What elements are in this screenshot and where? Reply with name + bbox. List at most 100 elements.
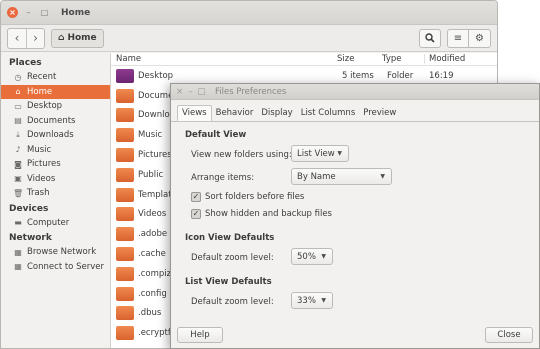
clock-icon: ◷ [14, 72, 22, 82]
sidebar-item-label: Pictures [27, 159, 61, 170]
folder-icon [116, 306, 134, 321]
folder-icon [116, 108, 134, 123]
music-icon: ♪ [15, 145, 21, 155]
icon-view-defaults-heading: Icon View Defaults [185, 233, 275, 243]
sidebar-item-downloads[interactable]: ⤓ Downloads [1, 128, 110, 143]
sidebar-item-label: Music [27, 144, 52, 155]
desktop-icon: ▭ [14, 101, 22, 111]
dropdown-arrow-icon: ▼ [380, 173, 385, 180]
trash-icon: 🗑 [13, 188, 24, 198]
list-zoom-value: 33% [297, 295, 316, 306]
list-zoom-label: Default zoom level: [191, 297, 274, 307]
sidebar-item-music[interactable]: ♪ Music [1, 143, 110, 158]
sidebar-item-documents[interactable]: ▤ Documents [1, 114, 110, 129]
camera-icon: ◙ [14, 159, 22, 169]
arrange-items-label: Arrange items: [191, 173, 255, 183]
window-titlebar: × – □ Home [1, 1, 497, 25]
folder-icon [116, 286, 134, 301]
sidebar-heading-devices: Devices [9, 203, 49, 214]
forward-button[interactable]: › [26, 28, 44, 48]
column-header-size[interactable]: Size [337, 54, 382, 64]
close-button[interactable]: Close [485, 327, 533, 343]
sidebar-item-videos[interactable]: ▣ Videos [1, 172, 110, 187]
navigation-buttons: ‹ › [7, 27, 45, 49]
row-name: Desktop [138, 70, 174, 81]
list-zoom-select[interactable]: 33% ▼ [291, 292, 333, 309]
checkmark-icon: ✓ [191, 209, 201, 219]
sidebar-item-label: Browse Network [27, 247, 97, 258]
close-dialog-icon[interactable]: × [175, 87, 184, 97]
search-button[interactable] [419, 28, 441, 48]
column-header-type[interactable]: Type [382, 54, 424, 64]
tab-views[interactable]: Views [177, 105, 212, 121]
sidebar-item-connect-to-server[interactable]: ▦ Connect to Server [1, 260, 110, 275]
minimize-dialog-icon[interactable]: – [186, 87, 195, 97]
preferences-tabs: Views Behavior Display List Columns Prev… [171, 105, 539, 122]
tab-behavior[interactable]: Behavior [212, 106, 258, 121]
folder-icon [116, 207, 134, 222]
tab-list-columns[interactable]: List Columns [297, 106, 360, 121]
maximize-window-icon[interactable]: □ [39, 7, 50, 18]
sidebar-item-home[interactable]: ⌂ Home [1, 84, 110, 99]
tab-display[interactable]: Display [257, 106, 296, 121]
search-icon [425, 33, 435, 43]
view-new-folders-label: View new folders using: [191, 150, 292, 160]
folder-icon [116, 167, 134, 182]
close-window-icon[interactable]: × [7, 7, 18, 18]
drive-icon: ▬ [14, 218, 22, 228]
icon-zoom-select[interactable]: 50% ▼ [291, 248, 333, 265]
gear-icon: ⚙ [475, 32, 484, 44]
dialog-title: Files Preferences [215, 86, 287, 97]
window-title: Home [61, 7, 91, 18]
show-hidden-label: Show hidden and backup files [205, 209, 332, 219]
list-view-button[interactable]: ≡ [447, 28, 469, 48]
arrange-items-value: By Name [297, 171, 336, 182]
sidebar-item-label: Videos [27, 173, 56, 184]
arrange-items-select[interactable]: By Name ▼ [291, 168, 392, 185]
folder-icon [116, 187, 134, 202]
sort-folders-label: Sort folders before files [205, 192, 305, 202]
sidebar-item-trash[interactable]: 🗑 Trash [1, 186, 110, 201]
row-modified: 16:19 [429, 70, 454, 81]
folder-icon [116, 266, 134, 281]
menu-button[interactable]: ⚙ [469, 28, 491, 48]
sidebar-item-computer[interactable]: ▬ Computer [1, 216, 110, 231]
view-new-folders-value: List View [297, 148, 335, 159]
default-view-heading: Default View [185, 130, 247, 140]
server-icon: ▦ [14, 262, 22, 272]
file-list-header: Name Size Type Modified [111, 53, 497, 66]
chevron-left-icon: ‹ [14, 31, 20, 45]
folder-icon [116, 247, 134, 262]
maximize-dialog-icon[interactable]: □ [197, 87, 206, 97]
sidebar-item-desktop[interactable]: ▭ Desktop [1, 99, 110, 114]
column-header-name[interactable]: Name [111, 54, 337, 64]
dropdown-arrow-icon: ▼ [337, 150, 342, 157]
back-button[interactable]: ‹ [8, 29, 26, 48]
view-new-folders-select[interactable]: List View ▼ [291, 145, 349, 162]
dialog-titlebar: × – □ Files Preferences [171, 84, 539, 100]
show-hidden-checkbox[interactable]: ✓ Show hidden and backup files [191, 209, 332, 219]
minimize-window-icon[interactable]: – [23, 7, 34, 18]
folder-icon [116, 227, 134, 242]
tab-preview[interactable]: Preview [359, 106, 400, 121]
home-icon: ⌂ [15, 87, 21, 97]
path-home-button[interactable]: ⌂ Home [51, 28, 104, 48]
folder-icon [116, 128, 134, 143]
folder-icon [116, 326, 134, 341]
sidebar-item-label: Documents [27, 115, 76, 126]
icon-zoom-label: Default zoom level: [191, 253, 274, 263]
column-header-modified[interactable]: Modified [424, 54, 497, 64]
sort-folders-checkbox[interactable]: ✓ Sort folders before files [191, 192, 304, 202]
sidebar: Places ◷ Recent ⌂ Home ▭ Desktop ▤ Documents… [1, 53, 111, 348]
sidebar-item-pictures[interactable]: ◙ Pictures [1, 157, 110, 172]
sidebar-heading-places: Places [9, 58, 42, 68]
folder-icon [116, 148, 134, 163]
sidebar-item-label: Home [27, 86, 53, 97]
sidebar-item-label: Trash [27, 188, 50, 199]
help-button[interactable]: Help [177, 327, 223, 343]
home-icon: ⌂ [58, 33, 65, 43]
sidebar-item-recent[interactable]: ◷ Recent [1, 70, 110, 85]
row-size: 5 items [342, 70, 374, 81]
sidebar-item-browse-network[interactable]: ▦ Browse Network [1, 245, 110, 260]
document-icon: ▤ [14, 116, 22, 126]
